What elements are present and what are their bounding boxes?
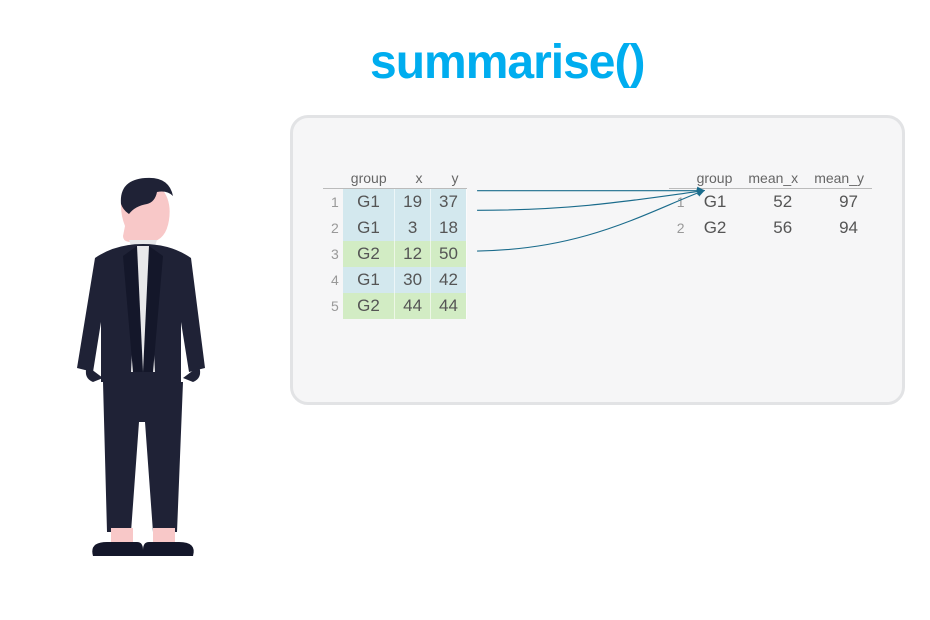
cell-group: G1 [343,215,395,241]
cell-group: G2 [343,293,395,319]
cell-group: G1 [343,189,395,216]
cell-x: 12 [395,241,431,267]
cell-y: 37 [431,189,467,216]
table-row: 1 G1 19 37 [323,189,466,216]
row-index: 2 [669,215,689,241]
row-index: 3 [323,241,343,267]
cell-y: 18 [431,215,467,241]
cell-group: G1 [689,189,741,216]
person-illustration [25,170,275,590]
col-header: group [689,168,741,189]
table-row: 3 G2 12 50 [323,241,466,267]
cell-group: G2 [689,215,741,241]
page-title: summarise() [370,35,644,90]
cell-y: 50 [431,241,467,267]
col-header: mean_x [740,168,806,189]
cell-x: 44 [395,293,431,319]
cell-meany: 97 [806,189,872,216]
row-index: 5 [323,293,343,319]
table-row: 2 G2 56 94 [669,215,872,241]
row-index: 1 [323,189,343,216]
cell-x: 19 [395,189,431,216]
table-row: 2 G1 3 18 [323,215,466,241]
diagram-panel: group x y 1 G1 19 37 2 G1 3 18 [290,115,905,405]
input-table: group x y 1 G1 19 37 2 G1 3 18 [323,168,467,319]
table-row: 4 G1 30 42 [323,267,466,293]
cell-meanx: 56 [740,215,806,241]
cell-group: G1 [343,267,395,293]
table-row: 5 G2 44 44 [323,293,466,319]
cell-x: 3 [395,215,431,241]
row-index: 4 [323,267,343,293]
row-index: 1 [669,189,689,216]
table-row: 1 G1 52 97 [669,189,872,216]
output-table: group mean_x mean_y 1 G1 52 97 2 G2 56 9… [669,168,872,241]
cell-y: 44 [431,293,467,319]
cell-meany: 94 [806,215,872,241]
cell-group: G2 [343,241,395,267]
cell-y: 42 [431,267,467,293]
row-index: 2 [323,215,343,241]
cell-x: 30 [395,267,431,293]
col-header: x [395,168,431,189]
col-header: group [343,168,395,189]
cell-meanx: 52 [740,189,806,216]
col-header: y [431,168,467,189]
col-header: mean_y [806,168,872,189]
